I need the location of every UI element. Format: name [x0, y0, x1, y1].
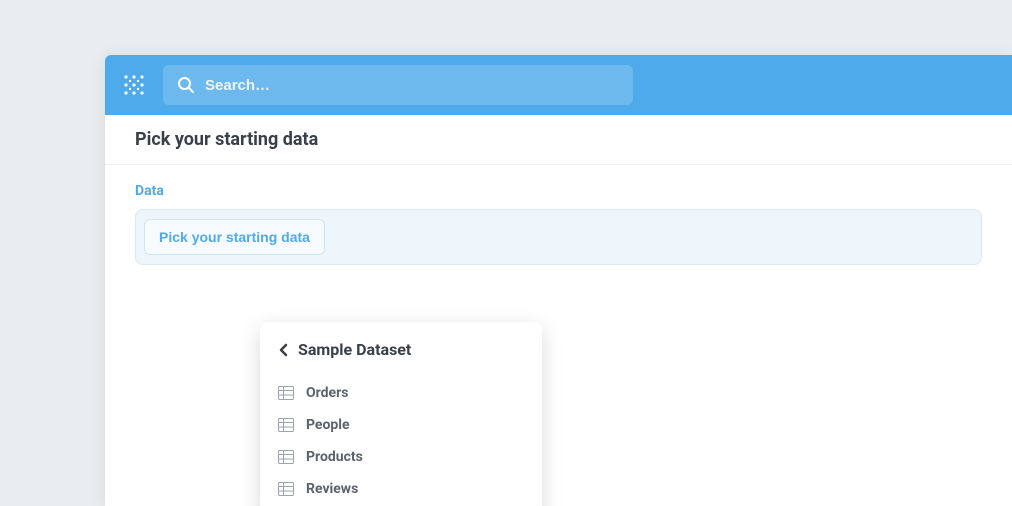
dropdown-item-reviews[interactable]: Reviews	[260, 473, 542, 505]
dropdown-list: Orders People	[260, 371, 542, 505]
dropdown-title: Sample Dataset	[298, 340, 411, 359]
table-icon	[278, 482, 294, 496]
search-input[interactable]	[205, 77, 619, 94]
dropdown-item-label: Reviews	[306, 481, 358, 497]
page-header: Pick your starting data	[105, 115, 1012, 165]
chevron-left-icon	[278, 343, 288, 357]
table-icon	[278, 450, 294, 464]
dropdown-item-orders[interactable]: Orders	[260, 377, 542, 409]
table-icon	[278, 418, 294, 432]
pick-starting-data-button[interactable]: Pick your starting data	[144, 219, 325, 255]
data-source-dropdown: Sample Dataset Orders	[260, 322, 542, 506]
data-section: Data Pick your starting data	[105, 165, 1012, 275]
search-icon	[177, 76, 195, 94]
table-icon	[278, 386, 294, 400]
dropdown-item-people[interactable]: People	[260, 409, 542, 441]
page-title: Pick your starting data	[135, 129, 982, 150]
dropdown-item-label: People	[306, 417, 350, 433]
dropdown-item-products[interactable]: Products	[260, 441, 542, 473]
search-box[interactable]	[163, 65, 633, 105]
dropdown-back-header[interactable]: Sample Dataset	[260, 336, 542, 371]
app-logo-icon[interactable]	[123, 74, 145, 96]
data-picker-bar: Pick your starting data	[135, 209, 982, 265]
dropdown-item-label: Products	[306, 449, 363, 465]
dropdown-item-label: Orders	[306, 385, 348, 401]
top-nav-bar	[105, 55, 1012, 115]
app-window: Pick your starting data Data Pick your s…	[105, 55, 1012, 506]
data-section-label: Data	[135, 183, 982, 199]
